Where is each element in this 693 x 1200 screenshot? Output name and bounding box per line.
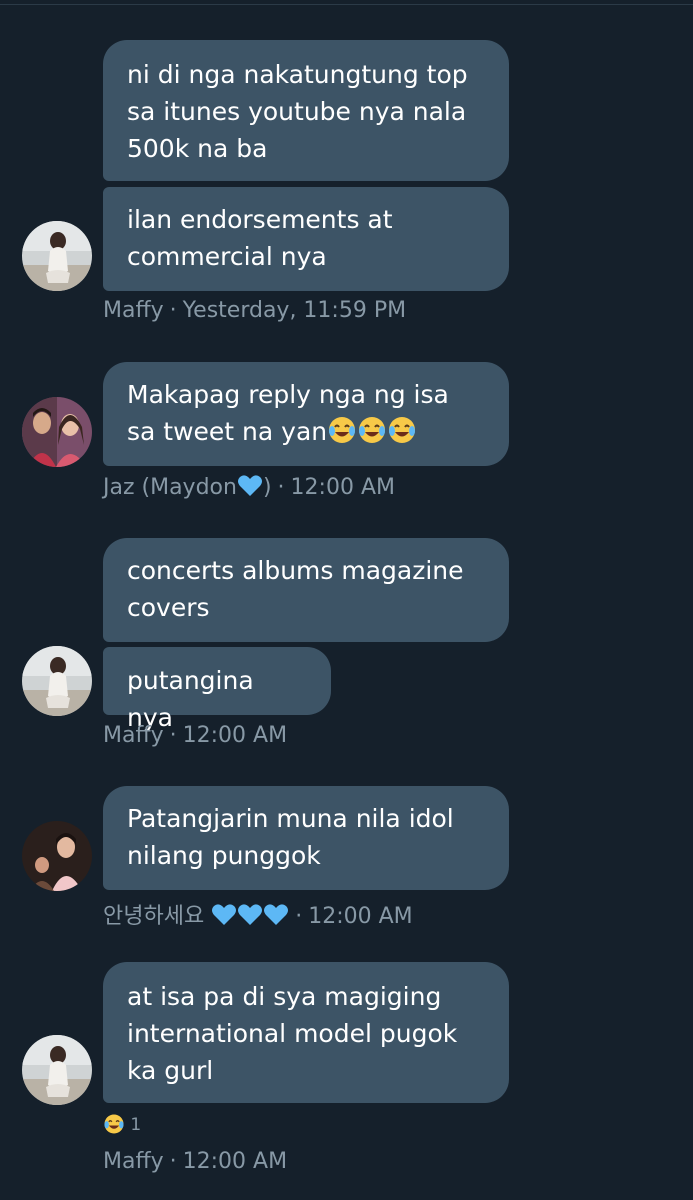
avatar-photo-icon xyxy=(22,821,92,891)
sender-name[interactable]: Maffy xyxy=(103,1149,164,1174)
message-text: sa tweet na yan xyxy=(127,417,328,446)
timestamp: 12:00 AM xyxy=(290,475,395,500)
message-line: international model pugok xyxy=(127,1019,458,1048)
message-line: concerts albums magazine xyxy=(127,556,464,585)
timestamp: 12:00 AM xyxy=(308,904,413,929)
separator: · xyxy=(295,904,303,929)
separator: · xyxy=(169,723,177,748)
avatar[interactable] xyxy=(22,221,92,291)
blue-heart-icon xyxy=(237,475,262,496)
message-line: Patangjarin muna nila idol xyxy=(127,804,454,833)
avatar[interactable] xyxy=(22,1035,92,1105)
sender-name-text: Jaz (Maydon xyxy=(103,475,237,500)
message-line: ni di nga nakatungtung top xyxy=(127,60,468,89)
sender-name-suffix: ) xyxy=(262,475,272,500)
message-bubble[interactable]: at isa pa di sya magiging international … xyxy=(103,962,509,1103)
message-line: ka gurl xyxy=(127,1056,214,1085)
message-meta: Maffy · Yesterday, 11:59 PM xyxy=(103,298,406,323)
message-meta: Maffy · 12:00 AM xyxy=(103,723,287,748)
separator: · xyxy=(169,298,177,323)
sender-name-text: 안녕하세요 xyxy=(103,904,205,929)
avatar-photo-icon xyxy=(22,221,92,291)
message-line: nilang punggok xyxy=(127,841,321,870)
top-divider xyxy=(0,4,693,5)
message-meta: Jaz (Maydon) · 12:00 AM xyxy=(103,474,395,500)
separator: · xyxy=(169,1149,177,1174)
message-bubble[interactable]: concerts albums magazine covers xyxy=(103,538,509,642)
message-bubble[interactable]: Makapag reply nga ng isa sa tweet na yan xyxy=(103,362,509,466)
message-line: 500k na ba xyxy=(127,134,268,163)
avatar-photo-icon xyxy=(22,1035,92,1105)
message-line: sa itunes youtube nya nala xyxy=(127,97,467,126)
message-line: covers xyxy=(127,593,210,622)
timestamp: 12:00 AM xyxy=(182,1149,288,1174)
sender-name[interactable]: 안녕하세요 xyxy=(103,904,289,929)
timestamp: Yesterday, 11:59 PM xyxy=(182,298,407,323)
blue-heart-icon xyxy=(238,904,263,925)
face-with-tears-of-joy-icon xyxy=(329,417,356,443)
message-meta: Maffy · 12:00 AM xyxy=(103,1149,287,1174)
reaction-count: 1 xyxy=(130,1115,142,1135)
message-line: Makapag reply nga ng isa xyxy=(127,380,449,409)
sender-name[interactable]: Maffy xyxy=(103,723,164,748)
message-line: ilan endorsements at xyxy=(127,205,393,234)
message-line: commercial nya xyxy=(127,242,327,271)
sender-name[interactable]: Jaz (Maydon) xyxy=(103,475,272,500)
face-with-tears-of-joy-icon xyxy=(359,417,386,443)
reaction-badge[interactable]: 1 xyxy=(103,1113,141,1135)
message-line: at isa pa di sya magiging xyxy=(127,982,442,1011)
face-with-tears-of-joy-icon xyxy=(104,1114,124,1134)
timestamp: 12:00 AM xyxy=(182,723,288,748)
message-line: sa tweet na yan xyxy=(127,413,485,450)
blue-heart-icon xyxy=(264,904,289,925)
blue-heart-icon xyxy=(212,904,237,925)
avatar[interactable] xyxy=(22,646,92,716)
message-bubble[interactable]: ilan endorsements at commercial nya xyxy=(103,187,509,291)
avatar-couple-photo-icon xyxy=(22,397,92,467)
sender-name[interactable]: Maffy xyxy=(103,298,164,323)
message-bubble[interactable]: putangina nya xyxy=(103,647,331,732)
avatar-photo-icon xyxy=(22,646,92,716)
message-bubble[interactable]: ni di nga nakatungtung top sa itunes you… xyxy=(103,40,509,181)
avatar[interactable] xyxy=(22,821,92,891)
face-with-tears-of-joy-icon xyxy=(389,417,416,443)
avatar[interactable] xyxy=(22,397,92,467)
message-bubble[interactable]: Patangjarin muna nila idol nilang punggo… xyxy=(103,786,509,890)
separator: · xyxy=(277,475,285,500)
message-meta: 안녕하세요 · 12:00 AM xyxy=(103,898,413,930)
